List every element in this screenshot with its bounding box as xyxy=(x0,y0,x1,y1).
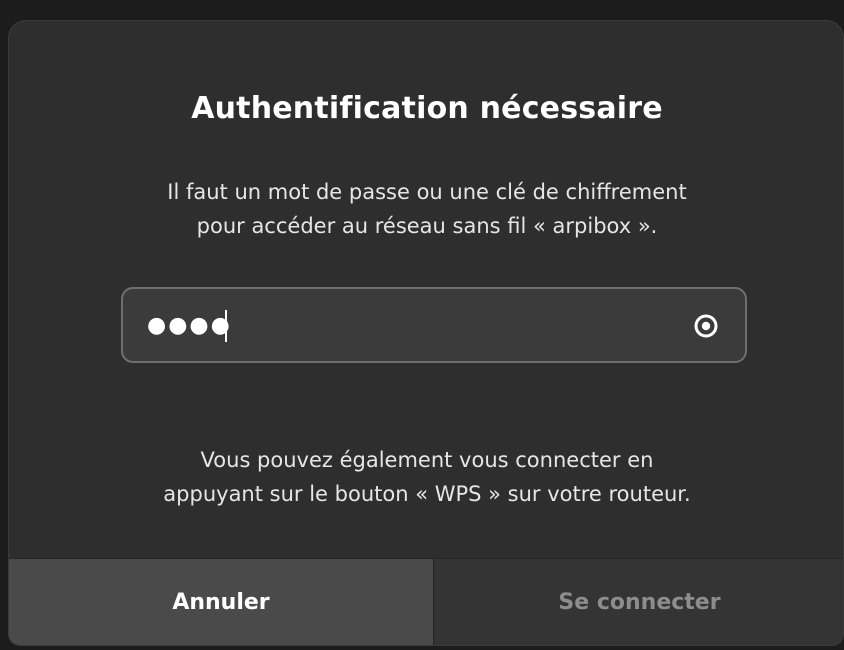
authentication-dialog: Authentification nécessaire Il faut un m… xyxy=(8,20,844,646)
dialog-title: Authentification nécessaire xyxy=(191,91,663,126)
text-caret xyxy=(225,310,227,342)
eye-icon[interactable] xyxy=(693,314,719,338)
cancel-button[interactable]: Annuler xyxy=(9,559,434,645)
connect-button[interactable]: Se connecter xyxy=(434,559,843,645)
dialog-buttons: Annuler Se connecter xyxy=(9,558,843,645)
network-message-line-1: Il faut un mot de passe ou une clé de ch… xyxy=(167,180,687,204)
network-message-line-2: pour accéder au réseau sans fil « arpibo… xyxy=(196,214,658,238)
network-message: Il faut un mot de passe ou une clé de ch… xyxy=(9,175,843,243)
wps-message-line-1: Vous pouvez également vous connecter en xyxy=(200,448,654,472)
password-input[interactable]: ●●●● xyxy=(121,287,747,363)
wps-message-line-2: appuyant sur le bouton « WPS » sur votre… xyxy=(163,482,691,506)
password-value: ●●●● xyxy=(147,313,232,338)
wps-message: Vous pouvez également vous connecter en … xyxy=(9,443,843,511)
